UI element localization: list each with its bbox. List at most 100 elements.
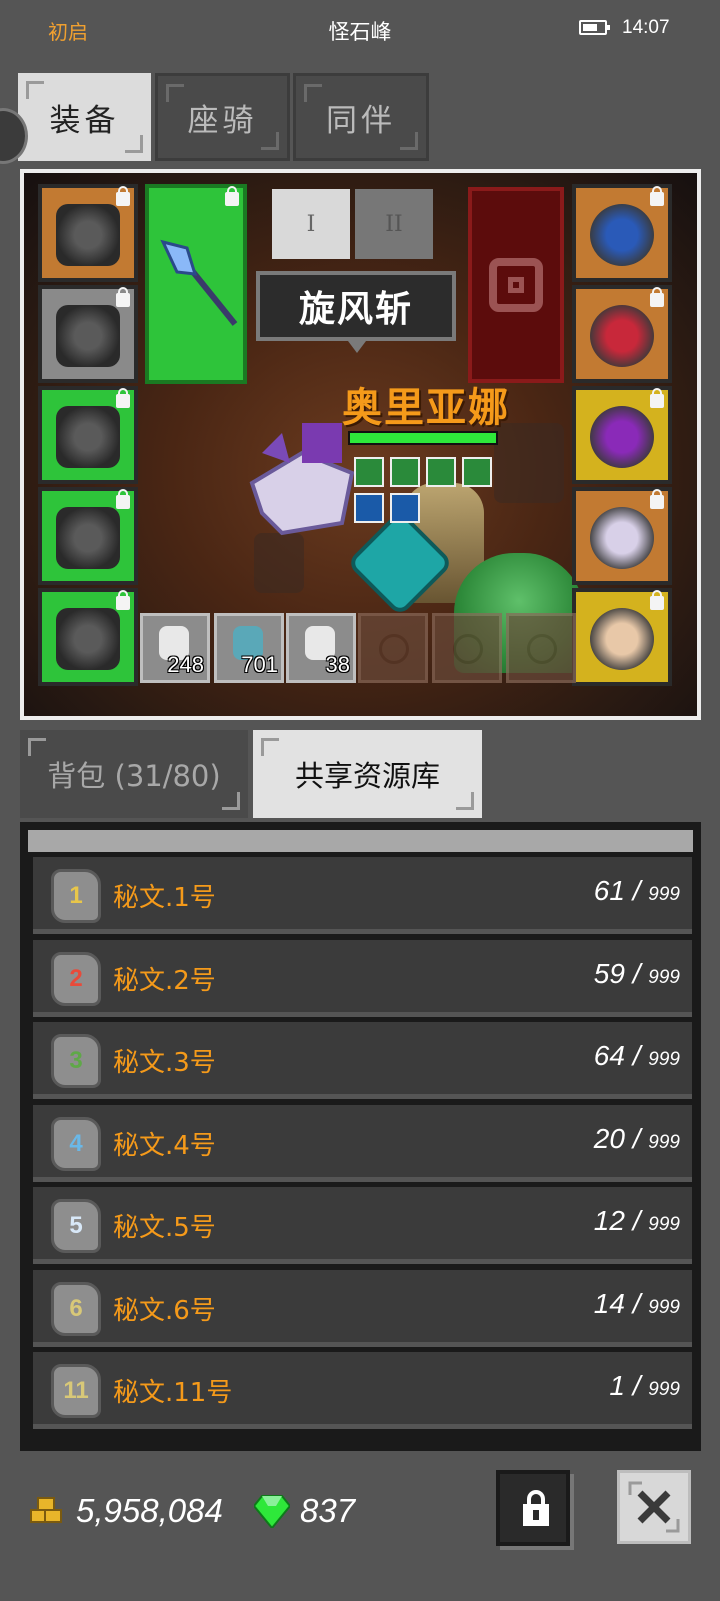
resource-row[interactable]: 5 秘文.5号 12 / 999	[33, 1187, 692, 1264]
relic-slot[interactable]	[468, 187, 564, 383]
equipment-slot[interactable]	[572, 487, 672, 585]
resource-count: 14 / 999	[594, 1288, 680, 1320]
rune-stone-icon: 1	[51, 869, 101, 923]
resource-count: 64 / 999	[594, 1040, 680, 1072]
tab-label: 座骑	[187, 102, 258, 139]
skill-tab-2[interactable]: II	[355, 189, 433, 259]
helmet-icon	[56, 204, 120, 266]
resource-row[interactable]: 11 秘文.11号 1 / 999	[33, 1352, 692, 1429]
equipment-slot[interactable]	[38, 285, 138, 383]
boots-icon	[56, 507, 120, 569]
blade-buff-icon[interactable]	[390, 493, 420, 523]
cat-companion-icon	[590, 608, 654, 670]
equipment-panel: I II 旋风斩 奥里亚娜 248 701 38	[20, 169, 701, 720]
hp-bar	[348, 431, 498, 445]
equipment-slot[interactable]	[572, 386, 672, 484]
heart-buff-icon[interactable]	[390, 457, 420, 487]
relic-ring-icon	[489, 258, 543, 312]
consumable-slot[interactable]: 701	[214, 613, 284, 683]
scroll-track[interactable]	[28, 830, 693, 852]
resource-name: 秘文.6号	[113, 1295, 216, 1326]
rune-number: 3	[69, 1047, 83, 1074]
resource-count: 1 / 999	[609, 1370, 680, 1402]
rune-number: 5	[69, 1212, 83, 1239]
tab-shared-storage[interactable]: 共享资源库	[253, 730, 482, 818]
resource-current: 59	[593, 957, 625, 989]
consumable-count: 248	[167, 652, 204, 677]
resource-row[interactable]: 1 秘文.1号 61 / 999	[33, 857, 692, 934]
shield-buff-icon[interactable]	[462, 457, 492, 487]
amulet-icon	[590, 204, 654, 266]
consumable-slot[interactable]: 248	[140, 613, 210, 683]
hero-name: 奥里亚娜	[342, 385, 510, 431]
resource-max: 999	[648, 1214, 680, 1235]
resource-current: 61	[593, 875, 625, 906]
resource-current: 20	[593, 1122, 625, 1154]
equipment-slot[interactable]	[572, 285, 672, 383]
resource-name: 秘文.2号	[113, 965, 216, 996]
heart-shield-buff-icon[interactable]	[426, 457, 456, 487]
tab-mount[interactable]: 座骑	[155, 73, 290, 161]
chest-armor-icon	[56, 305, 120, 367]
rank-up-buff-icon[interactable]	[354, 457, 384, 487]
resource-row[interactable]: 2 秘文.2号 59 / 999	[33, 939, 692, 1017]
rune-stone-icon: 6	[51, 1281, 101, 1336]
skill-tab-label: II	[385, 211, 403, 237]
empty-consumable-slot[interactable]	[432, 613, 502, 683]
lock-icon	[650, 590, 664, 610]
weapon-slot[interactable]	[145, 184, 247, 384]
battery-icon	[579, 20, 610, 35]
rune-number: 1	[69, 882, 83, 909]
resource-name: 秘文.3号	[113, 1048, 216, 1078]
ruby-ring-icon	[590, 305, 654, 367]
count-separator: /	[624, 1205, 649, 1236]
resource-current: 12	[593, 1205, 625, 1236]
footer: 5,958,084 837	[0, 1460, 720, 1601]
resource-max: 999	[648, 884, 680, 905]
equipment-slot[interactable]	[572, 588, 672, 686]
gold-amount: 5,958,084	[76, 1492, 223, 1529]
resource-current: 64	[593, 1040, 625, 1071]
empty-consumable-slot[interactable]	[358, 613, 428, 683]
resource-max: 999	[648, 1131, 680, 1153]
lock-icon	[116, 590, 130, 610]
resource-row[interactable]: 4 秘文.4号 20 / 999	[33, 1104, 692, 1182]
resource-row[interactable]: 3 秘文.3号 64 / 999	[33, 1022, 692, 1099]
resource-current: 1	[609, 1370, 625, 1401]
rune-number: 11	[63, 1377, 89, 1404]
rune-number: 6	[69, 1294, 83, 1322]
consumable-slot[interactable]: 38	[286, 613, 356, 683]
count-separator: /	[624, 1287, 649, 1319]
equipment-slot[interactable]	[38, 184, 138, 282]
resource-name: 秘文.1号	[113, 883, 216, 913]
lock-icon	[650, 489, 664, 509]
lock-icon	[116, 489, 130, 509]
resource-list[interactable]: 1 秘文.1号 61 / 999 2 秘文.2号 59 / 999 3 秘文.3号 64 / 9…	[20, 822, 701, 1451]
count-separator: /	[624, 957, 649, 989]
skill-name: 旋风斩	[298, 289, 413, 330]
lock-icon	[225, 186, 239, 206]
count-separator: /	[624, 875, 649, 906]
skill-tab-1[interactable]: I	[272, 189, 350, 259]
emerald-gem-icon	[254, 1495, 290, 1528]
close-button[interactable]	[617, 1470, 691, 1544]
lock-icon	[650, 287, 664, 307]
rune-stone-icon: 2	[51, 951, 101, 1006]
equipment-slot[interactable]	[38, 588, 138, 686]
empty-consumable-slot[interactable]	[506, 613, 576, 683]
skill-name-bubble: 旋风斩	[256, 271, 456, 353]
tab-companion[interactable]: 同伴	[293, 73, 429, 161]
tab-backpack[interactable]: 背包 (31/80)	[20, 730, 248, 818]
resource-row[interactable]: 6 秘文.6号 14 / 999	[33, 1269, 692, 1347]
resource-max: 999	[648, 966, 680, 988]
sword-buff-icon[interactable]	[354, 493, 384, 523]
tab-label: 装备	[49, 102, 120, 139]
tab-equipment[interactable]: 装备	[18, 73, 151, 161]
equipment-slot[interactable]	[38, 386, 138, 484]
equipment-slot[interactable]	[572, 184, 672, 282]
equipment-slot[interactable]	[38, 487, 138, 585]
gem-amount: 837	[300, 1492, 356, 1529]
resource-name: 秘文.5号	[113, 1213, 216, 1243]
lock-button[interactable]	[496, 1470, 570, 1546]
resource-count: 61 / 999	[594, 875, 680, 907]
